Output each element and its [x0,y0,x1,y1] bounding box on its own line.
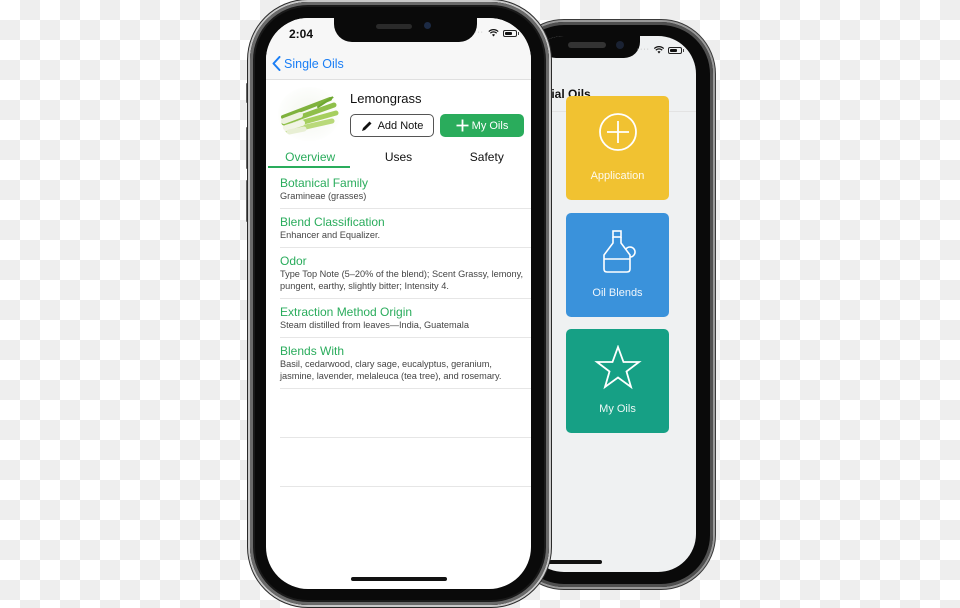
tab-uses[interactable]: Uses [354,148,442,166]
battery-icon [503,29,519,37]
oil-header: Lemongrass Add Note My Oils Overview Use… [266,81,531,168]
star-icon [593,345,642,390]
tab-overview[interactable]: Overview [266,148,354,168]
overview-list: Botanical Family Gramineae (grasses) Ble… [280,170,531,487]
lemongrass-illustration [281,94,339,135]
volume-up-button [246,127,249,169]
add-note-label: Add Note [377,119,424,132]
list-item-blend-classification: Blend Classification Enhancer and Equali… [280,209,531,248]
speaker [568,42,606,48]
tile-label: Application [590,170,645,182]
plus-circle-icon [598,113,637,151]
home-indicator[interactable] [351,577,447,581]
item-body: Enhancer and Equalizer. [280,230,381,240]
lemongrass-image [278,87,340,141]
battery-icon [668,46,684,54]
front-phone: 2:04 ···· Single Oils Lemongrass Add Not… [250,2,549,605]
notch [334,18,477,42]
status-icons: ···· [636,46,684,54]
status-time: 2:04 [289,27,314,41]
wifi-icon [488,29,499,37]
item-title: Blends With [280,344,345,358]
status-icons: ···· [471,29,519,37]
wifi-icon [654,46,664,54]
front-phone-screen: 2:04 ···· Single Oils Lemongrass Add Not… [266,18,531,589]
tile-my-oils[interactable]: My Oils [566,329,669,433]
back-phone-screen: ···· Essential Oils Application Oil [526,36,696,572]
list-item-odor: Odor Type Top Note (5–20% of the blend);… [280,248,531,299]
volume-down-button [246,180,249,222]
list-item-blends-with: Blends With Basil, cedarwood, clary sage… [280,338,531,389]
oil-name: Lemongrass [350,91,422,106]
item-body: Gramineae (grasses) [280,191,367,201]
notch [540,36,640,58]
my-oils-label: My Oils [471,119,509,132]
item-title: Blend Classification [280,215,385,229]
speaker [376,24,412,29]
empty-row [280,438,531,487]
item-body: Basil, cedarwood, clary sage, eucalyptus… [280,359,502,381]
tab-safety[interactable]: Safety [443,148,531,166]
item-title: Extraction Method Origin [280,305,413,319]
tile-label: Oil Blends [592,287,643,299]
add-note-button[interactable]: Add Note [350,114,434,137]
item-title: Botanical Family [280,176,369,190]
tile-application[interactable]: Application [566,96,669,200]
bottle-icon [602,230,636,273]
list-item-botanical-family: Botanical Family Gramineae (grasses) [280,170,531,209]
mute-switch [246,83,249,103]
tab-bar: Overview Uses Safety [266,148,531,168]
plus-icon [456,119,469,132]
pencil-icon [361,121,372,131]
item-body: Type Top Note (5–20% of the blend); Scen… [280,269,524,291]
item-body: Steam distilled from leaves—India, Guate… [280,320,469,330]
camera [424,22,431,29]
tile-label: My Oils [599,403,636,415]
camera [616,41,624,49]
back-button-label: Single Oils [284,56,344,71]
empty-row [280,389,531,438]
signal-icon: ···· [636,46,650,53]
nav-bar: Single Oils [266,48,531,80]
item-title: Odor [280,254,307,268]
tile-oil-blends[interactable]: Oil Blends [566,213,669,317]
list-item-extraction-method: Extraction Method Origin Steam distilled… [280,299,531,338]
chevron-left-icon [272,56,281,71]
add-to-my-oils-button[interactable]: My Oils [440,114,524,137]
back-button[interactable]: Single Oils [272,56,344,71]
